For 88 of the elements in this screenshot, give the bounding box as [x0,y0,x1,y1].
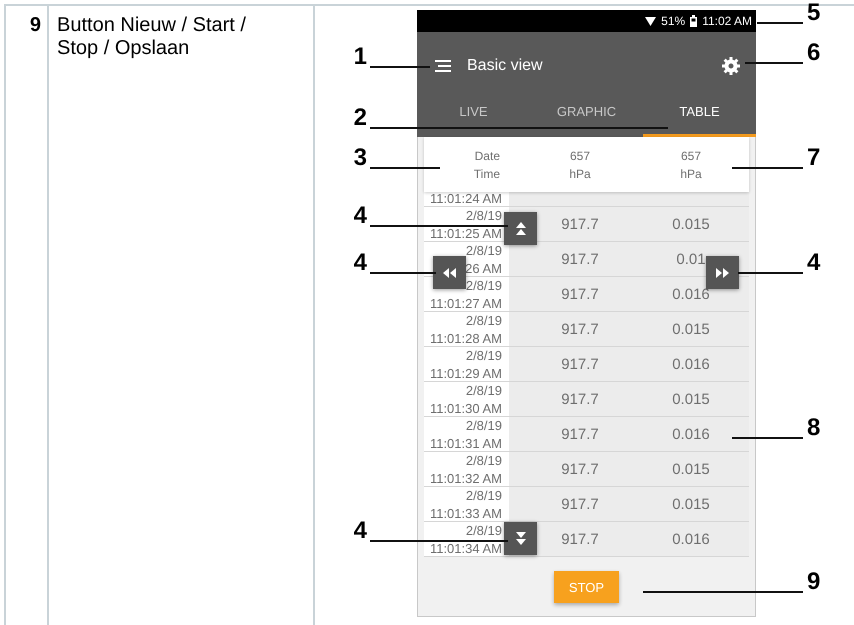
callout-number: 4 [354,519,367,543]
callout-number: 4 [354,251,367,275]
value-cell: 0.01 [676,250,706,268]
value-cell: 0.015 [672,216,710,232]
time-text: 11:01:28 AM [430,332,502,346]
callout-number: 4 [354,204,367,228]
scroll-button[interactable] [433,256,466,289]
date-text: 2/8/19 [466,419,502,433]
column-header: 657 [570,148,590,162]
callout-number: 2 [354,106,367,130]
value-cell: 0.016 [672,426,710,442]
battery-percent: 51% [661,14,686,28]
value-cell: 0.015 [672,496,710,512]
double-right-arrow-icon [716,266,729,278]
value-cell: 917.7 [561,250,599,268]
leader-line [732,167,803,169]
time-text: 11:01:33 AM [430,507,502,521]
time-text: 11:01:32 AM [430,472,502,486]
time-text: 11:01:30 AM [430,402,502,416]
time-text: 26 AM [465,262,502,276]
time-text: 11:01:29 AM [430,367,502,381]
value-cell: 917.7 [561,460,599,478]
date-text: 2/8/19 [466,384,502,398]
value-cell: 917.7 [561,390,599,408]
date-text: 2/8/19 [466,454,502,468]
leader-line [370,272,436,274]
value-cell: 917.7 [561,286,599,302]
callout-number: 6 [807,41,820,65]
menu-button[interactable] [435,60,451,72]
menu-icon [435,60,451,72]
callout-number: 7 [807,146,820,170]
tab[interactable]: LIVE [417,99,530,137]
value-cell: 917.7 [561,320,599,338]
column-unit: hPa [569,166,591,180]
leader-line [745,62,803,64]
app-title: Basic view [467,56,543,74]
scroll-button[interactable] [504,212,537,245]
value-cell: 917.7 [561,356,599,372]
time-text: 11:01:24 AM [430,192,502,206]
settings-button[interactable] [722,56,740,74]
value-cell: 0.015 [672,390,710,408]
leader-line [370,167,440,169]
double-left-arrow-icon [443,266,456,278]
value-cell: 917.7 [561,216,599,232]
value-cell: 0.016 [672,356,710,372]
value-cell: 917.7 [561,496,599,512]
leader-line [732,437,803,439]
settings-icon [722,56,740,74]
date-text: 2/8/19 [466,314,502,328]
clock-time: 11:02 AM [702,14,752,28]
date-text: 2/8/19 [466,244,502,258]
value-cell: 0.016 [672,286,710,302]
time-text: 11:01:34 AM [430,542,502,556]
time-text: 11:01:27 AM [430,297,502,311]
value-cell: 0.015 [672,460,710,478]
leader-line [757,22,803,24]
time-text: 11:01:31 AM [430,437,502,451]
double-down-arrow-icon [514,532,526,545]
description-text: Button Nieuw / Start / Stop / Opslaan [57,14,247,60]
leader-line [370,66,430,68]
value-cell: 0.016 [672,530,710,548]
callout-number: 1 [354,45,367,69]
callout-number: 5 [807,1,820,25]
callout-number: 3 [354,146,367,170]
double-up-arrow-icon [514,222,526,235]
scroll-button[interactable] [504,522,537,555]
date-text: 2/8/19 [466,524,502,538]
date-text: 2/8/19 [466,489,502,503]
column-unit: Time [474,166,500,180]
column-header: Date [474,148,500,162]
date-text: 2/8/19 [466,279,502,293]
column-header: 657 [680,148,702,162]
callout-number: 9 [807,570,820,594]
leader-line [738,272,803,274]
date-text: 2/8/19 [466,209,502,223]
value-cell: 917.7 [561,530,599,548]
column-unit: hPa [680,166,702,180]
scroll-button[interactable] [706,256,739,289]
callout-number: 4 [807,251,820,275]
value-cell: 917.7 [561,426,599,442]
wifi-icon [645,16,656,26]
tab[interactable]: GRAPHIC [530,99,643,137]
callout-number: 8 [807,416,820,440]
row-number: 9 [30,14,41,37]
value-cell: 0.015 [672,320,710,338]
battery-icon [690,15,698,27]
time-text: 11:01:25 AM [430,227,502,241]
date-text: 2/8/19 [466,349,502,363]
